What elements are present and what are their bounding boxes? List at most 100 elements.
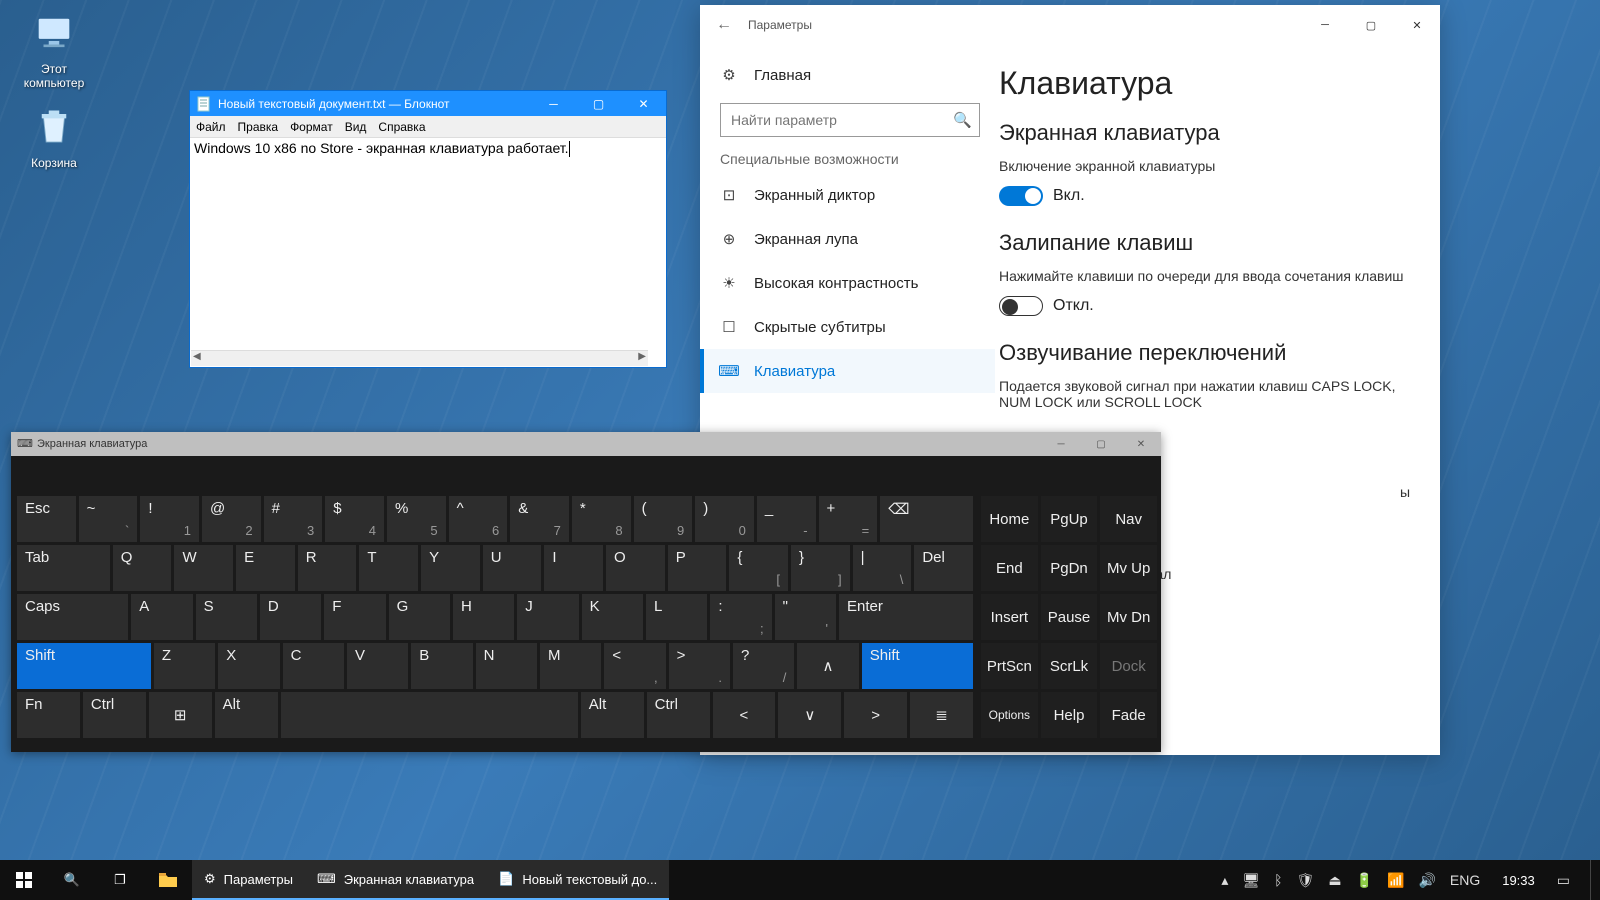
osk-key[interactable]: J [517, 594, 578, 640]
settings-titlebar[interactable]: ← Параметры ─ ▢ ✕ [700, 5, 1440, 45]
osk-key[interactable]: $4 [325, 496, 384, 542]
maximize-button[interactable]: ▢ [1348, 10, 1394, 40]
osk-key[interactable]: :; [710, 594, 771, 640]
osk-nav-key[interactable]: Fade [1100, 692, 1157, 738]
taskbar-item-settings[interactable]: ⚙ Параметры [192, 860, 305, 900]
tray-language[interactable]: ENG [1450, 872, 1480, 888]
osk-key[interactable]: Shift [17, 643, 151, 689]
osk-key[interactable]: V [347, 643, 408, 689]
tray-battery-icon[interactable]: 🔋 [1356, 872, 1373, 889]
file-explorer-button[interactable] [144, 860, 192, 900]
osk-key[interactable]: < [713, 692, 776, 738]
osk-key[interactable]: Shift [862, 643, 973, 689]
tray-arrow-icon[interactable]: ▴ [1221, 872, 1228, 889]
osk-key[interactable]: Ctrl [83, 692, 146, 738]
task-view-button[interactable]: ❐ [96, 860, 144, 900]
osk-key[interactable]: Z [154, 643, 215, 689]
nav-captions[interactable]: ☐ Скрытые субтитры [712, 305, 995, 349]
osk-key[interactable]: !1 [140, 496, 199, 542]
osk-nav-key[interactable]: Mv Up [1100, 545, 1157, 591]
osk-key[interactable]: M [540, 643, 601, 689]
osk-key[interactable]: Alt [581, 692, 644, 738]
osk-key[interactable]: C [283, 643, 344, 689]
osk-nav-key[interactable]: ScrLk [1041, 643, 1098, 689]
search-input[interactable] [720, 103, 980, 137]
menu-file[interactable]: Файл [196, 120, 226, 134]
minimize-button[interactable]: ─ [1302, 10, 1348, 40]
osk-nav-key[interactable]: End [981, 545, 1038, 591]
osk-key[interactable]: )0 [695, 496, 754, 542]
osk-key[interactable]: Ctrl [647, 692, 710, 738]
action-center-icon[interactable]: ▭ [1557, 872, 1570, 889]
osk-key[interactable]: L [646, 594, 707, 640]
osk-key[interactable]: %5 [387, 496, 446, 542]
osk-key[interactable]: ^6 [449, 496, 508, 542]
osk-key[interactable]: B [411, 643, 472, 689]
osk-key[interactable]: <, [604, 643, 665, 689]
osk-key[interactable]: X [218, 643, 279, 689]
osk-key[interactable]: "' [775, 594, 836, 640]
desktop-icon-recycle-bin[interactable]: Корзина [14, 104, 94, 170]
nav-keyboard[interactable]: ⌨ Клавиатура [700, 349, 995, 393]
osk-key[interactable]: ⌫ [880, 496, 973, 542]
tray-monitor-icon[interactable]: 🖥 [1242, 872, 1260, 889]
nav-contrast[interactable]: ☀ Высокая контрастность [712, 261, 995, 305]
osk-key[interactable]: @2 [202, 496, 261, 542]
osk-key[interactable]: N [476, 643, 537, 689]
maximize-button[interactable]: ▢ [1081, 432, 1121, 456]
osk-key[interactable]: K [582, 594, 643, 640]
toggle-osk[interactable]: Вкл. [999, 186, 1085, 206]
menu-edit[interactable]: Правка [238, 120, 279, 134]
tray-safely-remove-icon[interactable]: ⏏ [1328, 872, 1341, 889]
osk-key[interactable]: S [196, 594, 257, 640]
osk-key[interactable]: ?/ [733, 643, 794, 689]
close-button[interactable]: ✕ [621, 91, 666, 116]
nav-home[interactable]: ⚙ Главная [712, 53, 995, 97]
osk-key[interactable]: P [668, 545, 727, 591]
osk-key[interactable]: T [359, 545, 418, 591]
osk-key[interactable]: >. [669, 643, 730, 689]
osk-key[interactable]: U [483, 545, 542, 591]
osk-key[interactable]: E [236, 545, 295, 591]
osk-key[interactable]: Y [421, 545, 480, 591]
osk-nav-key[interactable]: Mv Dn [1100, 594, 1157, 640]
osk-nav-key[interactable]: PgUp [1041, 496, 1098, 542]
tray-bluetooth-icon[interactable]: ᛒ [1274, 872, 1282, 888]
osk-key[interactable]: ⊞ [149, 692, 212, 738]
notepad-titlebar[interactable]: Новый текстовый документ.txt — Блокнот ─… [190, 91, 666, 116]
menu-view[interactable]: Вид [345, 120, 367, 134]
osk-key[interactable]: H [453, 594, 514, 640]
osk-key[interactable]: Fn [17, 692, 80, 738]
osk-key[interactable]: I [544, 545, 603, 591]
osk-key[interactable]: Tab [17, 545, 110, 591]
osk-nav-key[interactable]: PgDn [1041, 545, 1098, 591]
tray-clock[interactable]: 19:33 [1494, 873, 1543, 888]
osk-key[interactable]: F [324, 594, 385, 640]
desktop-icon-this-pc[interactable]: Этот компьютер [14, 10, 94, 90]
start-button[interactable] [0, 860, 48, 900]
osk-nav-key[interactable]: Dock [1100, 643, 1157, 689]
back-button[interactable]: ← [700, 16, 748, 34]
osk-nav-key[interactable]: Pause [1041, 594, 1098, 640]
nav-magnifier[interactable]: ⊕ Экранная лупа [712, 217, 995, 261]
osk-nav-key[interactable]: PrtScn [981, 643, 1038, 689]
tray-volume-icon[interactable]: 🔊 [1418, 872, 1435, 889]
osk-nav-key[interactable]: Insert [981, 594, 1038, 640]
osk-key[interactable]: G [389, 594, 450, 640]
osk-key[interactable]: Alt [215, 692, 278, 738]
taskbar-item-notepad[interactable]: 📄 Новый текстовый до... [486, 860, 669, 900]
osk-key[interactable]: += [819, 496, 878, 542]
osk-key[interactable]: _- [757, 496, 816, 542]
osk-key[interactable]: R [298, 545, 357, 591]
minimize-button[interactable]: ─ [531, 91, 576, 116]
osk-key[interactable]: > [844, 692, 907, 738]
osk-key[interactable]: W [174, 545, 233, 591]
osk-key[interactable]: *8 [572, 496, 631, 542]
osk-key[interactable]: ~` [79, 496, 138, 542]
nav-narrator[interactable]: ⊡ Экранный диктор [712, 173, 995, 217]
osk-key[interactable] [281, 692, 578, 738]
osk-key[interactable]: A [131, 594, 192, 640]
osk-nav-key[interactable]: Help [1041, 692, 1098, 738]
osk-key[interactable]: &7 [510, 496, 569, 542]
osk-key[interactable]: Q [113, 545, 172, 591]
